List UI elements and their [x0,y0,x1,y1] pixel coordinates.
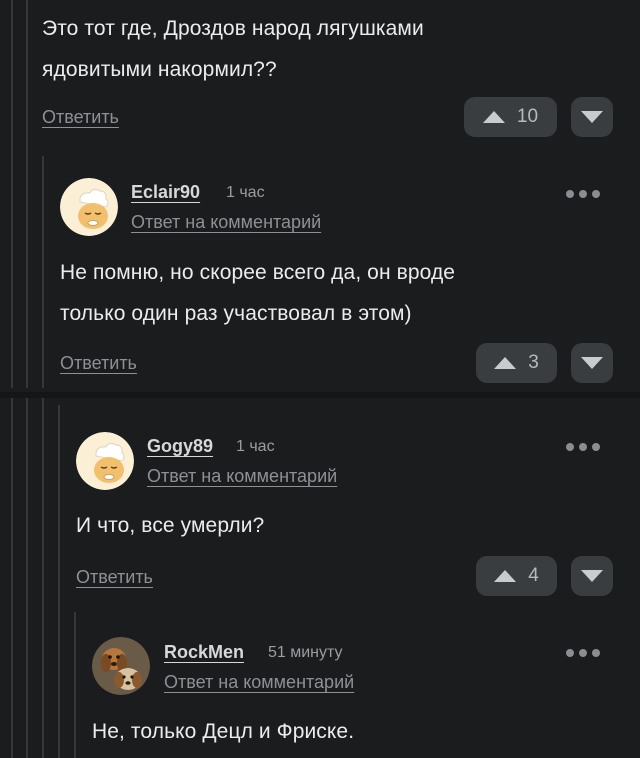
username[interactable]: RockMen [164,642,244,663]
arrow-up-icon [482,111,505,123]
reply-button[interactable]: Ответить [60,353,137,374]
username[interactable]: Gogy89 [147,436,213,457]
baby-avatar-icon [60,178,118,236]
upvote-button[interactable]: 3 [476,343,557,383]
thread-line [26,398,28,758]
vote-count: 10 [516,106,539,127]
comment-text: только один раз участвовал в этом) [60,302,412,325]
thread-line [74,612,76,758]
reply-button[interactable]: Ответить [42,107,119,128]
comment-text: Не, только Децл и Фриске. [92,720,355,743]
vote-count: 4 [528,565,539,586]
comment-text: Не помню, но скорее всего да, он вроде [60,261,456,284]
avatar[interactable] [92,637,150,695]
timestamp: 1 час [236,438,275,455]
thread-line [42,398,44,758]
timestamp: 1 час [226,184,265,201]
comment-text: И что, все умерли? [76,514,265,537]
thread-line [11,398,13,758]
baby-avatar-icon [76,432,134,490]
arrow-down-icon [581,357,603,369]
thread-line [58,405,60,758]
reply-to-link[interactable]: Ответ на комментарий [131,212,321,233]
more-options-icon[interactable] [566,187,606,201]
username[interactable]: Eclair90 [131,182,200,203]
downvote-button[interactable] [571,556,613,596]
arrow-up-icon [494,357,517,369]
reply-to-link[interactable]: Ответ на комментарий [164,672,354,693]
reply-to-link[interactable]: Ответ на комментарий [147,466,337,487]
arrow-down-icon [581,570,603,582]
upvote-button[interactable]: 4 [476,556,557,596]
comment-text: Это тот где, Дроздов народ лягушками [42,17,424,40]
downvote-button[interactable] [571,343,613,383]
separator [0,392,640,398]
avatar[interactable] [76,432,134,490]
reply-button[interactable]: Ответить [76,567,153,588]
thread-line [11,0,13,388]
timestamp: 51 минуту [268,644,343,661]
comment-text: ядовитыми накормил?? [42,58,277,81]
more-options-icon[interactable] [566,646,606,660]
arrow-down-icon [581,111,603,123]
upvote-button[interactable]: 10 [464,97,557,137]
thread-line [26,0,28,388]
dogs-avatar-icon [92,637,150,695]
downvote-button[interactable] [571,97,613,137]
avatar[interactable] [60,178,118,236]
arrow-up-icon [494,570,517,582]
thread-line [42,156,44,388]
vote-count: 3 [528,352,539,373]
more-options-icon[interactable] [566,440,606,454]
